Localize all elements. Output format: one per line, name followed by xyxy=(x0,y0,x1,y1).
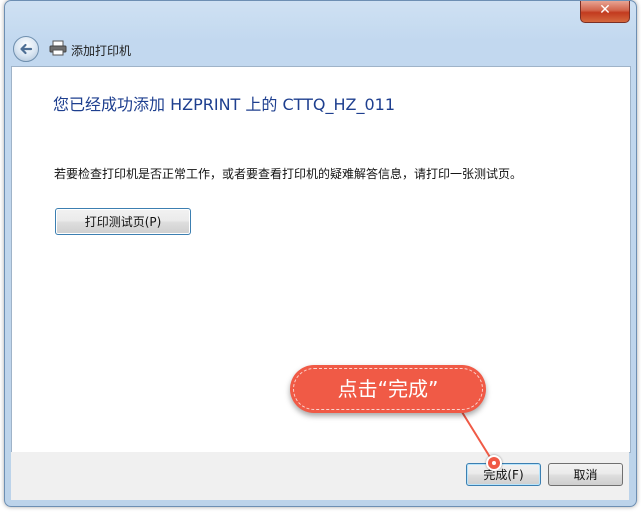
callout-text: 点击“完成” xyxy=(293,368,483,410)
click-indicator xyxy=(486,455,502,471)
instruction-callout: 点击“完成” xyxy=(290,365,486,413)
callout-pointer-line xyxy=(461,411,494,463)
